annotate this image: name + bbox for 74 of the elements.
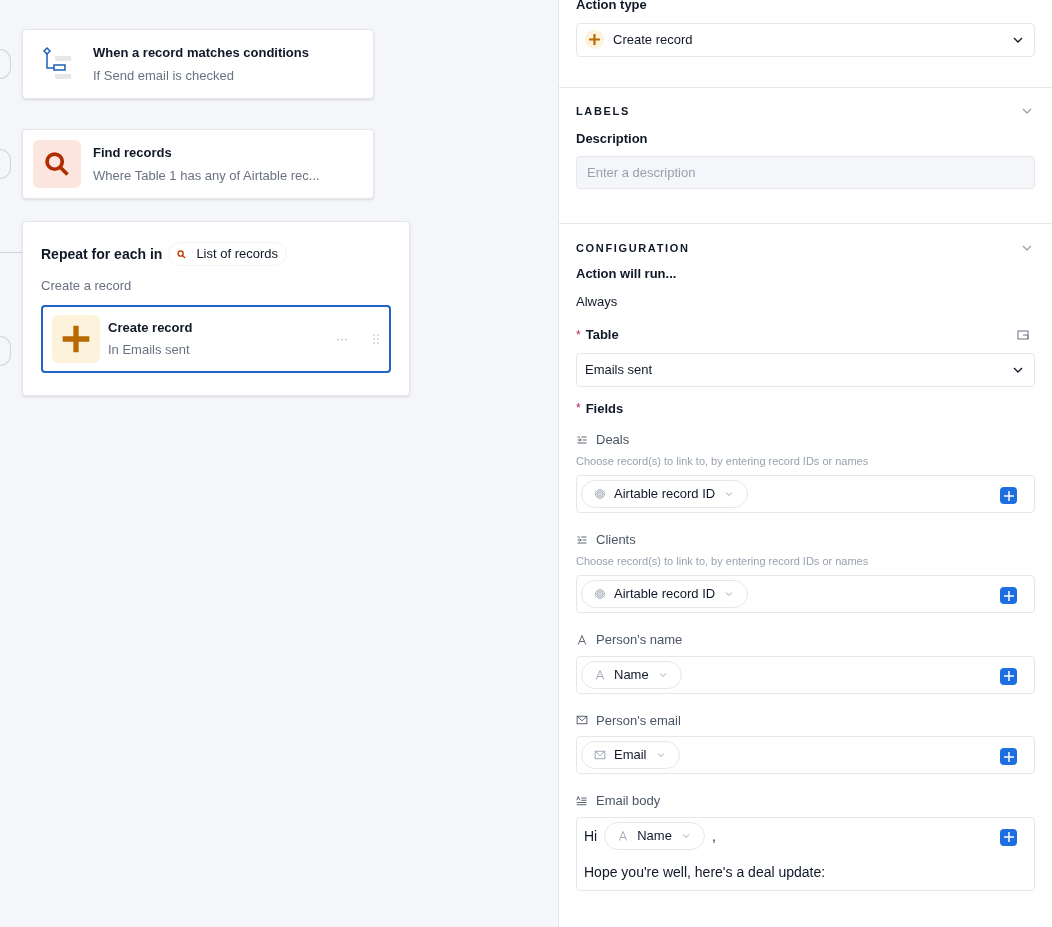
field-token[interactable]: Name [604, 821, 705, 850]
run-value: Always [576, 292, 619, 311]
section-title: CONFIGURATION [576, 240, 691, 256]
field-input[interactable]: Airtable record ID [576, 475, 1035, 513]
repeat-caption: Create a record [41, 277, 133, 295]
field-token[interactable]: Airtable record ID [581, 480, 749, 508]
field-hint: Choose record(s) to link to, by entering record IDs or names [576, 453, 870, 469]
required-mark: * [576, 400, 581, 417]
insert-button[interactable] [1000, 587, 1017, 604]
body-text: , [710, 826, 717, 846]
fingerprint-icon [594, 488, 606, 500]
plus-icon [1002, 489, 1015, 502]
search-icon [177, 249, 187, 259]
field-input[interactable]: Hi Name , Hope you're well, here's a deal update: [576, 816, 1035, 891]
expand-icon[interactable] [1017, 328, 1029, 341]
insert-button[interactable] [1000, 748, 1017, 765]
field-token[interactable]: Airtable record ID [581, 580, 749, 608]
indent-lines-icon [576, 533, 588, 546]
table-select[interactable]: Emails sent [576, 352, 1035, 387]
plus-icon [588, 33, 601, 46]
action-type-label: Action type [576, 0, 648, 14]
insert-button[interactable] [1000, 487, 1017, 504]
field-token[interactable]: Email [581, 741, 680, 769]
indent-lines-icon [576, 433, 588, 446]
field-label: Person's email [596, 711, 681, 730]
plus-icon [1002, 589, 1015, 602]
repeat-heading: Repeat for each in [41, 245, 163, 264]
action-title: Create record [108, 318, 194, 337]
section-title: LABELS [576, 103, 631, 119]
envelope-icon [594, 749, 606, 761]
run-label: Action will run... [576, 265, 678, 283]
connector-node[interactable] [0, 149, 11, 179]
plus-icon [1002, 750, 1015, 763]
step-title: When a record matches conditions [93, 44, 309, 62]
plus-icon [1002, 831, 1015, 843]
fingerprint-icon [594, 588, 606, 600]
fields-label: Fields [585, 399, 624, 418]
field-input[interactable]: Email [576, 736, 1035, 774]
field-input[interactable]: Airtable record ID [576, 575, 1035, 613]
letter-a-icon [594, 668, 606, 681]
field-label: Person's name [596, 631, 683, 649]
paragraph-icon [576, 794, 588, 807]
insert-button[interactable] [1000, 828, 1017, 846]
description-label: Description [576, 130, 649, 148]
repeat-card[interactable]: Repeat for each in List of records Create a record Create record In Emails sent ··· [22, 221, 410, 396]
insert-button[interactable] [1000, 667, 1017, 685]
body-text: Hope you're well, here's a deal update: [583, 862, 827, 882]
step-subtitle: Where Table 1 has any of Airtable rec... [93, 166, 320, 185]
field-label: Email body [596, 792, 661, 810]
condition-tree-icon [41, 46, 73, 82]
table-label: Table [585, 326, 620, 344]
action-subtitle: In Emails sent [108, 341, 191, 359]
drag-handle-icon[interactable] [372, 332, 380, 345]
field-token[interactable]: Name [581, 660, 682, 689]
field-label: Clients [596, 531, 636, 549]
step-title: Find records [93, 144, 173, 162]
step-card[interactable]: When a record matches conditions If Send email is checked [22, 29, 374, 99]
required-mark: * [576, 326, 581, 343]
envelope-icon [576, 714, 588, 727]
field-hint: Choose record(s) to link to, by entering record IDs or names [576, 553, 870, 569]
step-subtitle: If Send email is checked [93, 66, 235, 85]
letter-a-icon [617, 829, 630, 842]
step-card[interactable]: Find records Where Table 1 has any of Airtable rec... [22, 129, 374, 199]
connector-node[interactable] [0, 49, 11, 79]
letter-a-icon [576, 633, 588, 646]
connector-node[interactable] [0, 336, 11, 366]
action-type-select[interactable]: Create record [576, 22, 1035, 57]
action-card[interactable]: Create record In Emails sent ··· [41, 304, 391, 373]
field-input[interactable]: Name [576, 655, 1035, 694]
body-text: Hi [583, 826, 599, 846]
search-icon [33, 140, 81, 188]
field-label: Deals [596, 431, 630, 449]
description-field[interactable]: Enter a description [576, 155, 1035, 189]
plus-icon [1002, 670, 1015, 682]
